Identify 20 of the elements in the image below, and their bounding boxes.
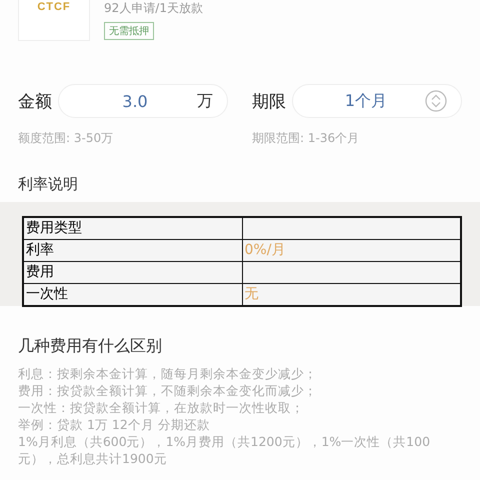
stepper-icon[interactable]: [425, 90, 447, 112]
section-title: 利率说明: [17, 174, 79, 195]
term-label: 期限: [252, 90, 286, 112]
section-title: 几种费用有什么区别: [17, 335, 163, 357]
explanation-text: 利息：按剩余本金计算，随每月剩余本金变少减少；: [18, 365, 318, 382]
amount-range: 额度范围: 3-50万: [18, 130, 114, 147]
amount-field[interactable]: 3.0 万: [58, 84, 228, 118]
explanation-text: 一次性：按贷款全额计算，在放款时一次性收取；: [18, 399, 305, 416]
logo-text: CTCF: [37, 1, 71, 13]
stats-text: 92人申请/1天放款: [104, 0, 203, 17]
explanation-text: 举例：贷款 1万 12个月 分期还款: [18, 416, 211, 433]
explanation-text: 费用：按贷款全额计算，不随剩余本金变化而减少；: [18, 382, 318, 399]
table-cell: 费用类型: [23, 217, 242, 240]
explanation-text: 1%月利息（共600元），1%月费用（共1200元），1%一次性（共100元），总利息共计1900元: [18, 433, 432, 467]
term-field[interactable]: 1个月: [292, 84, 462, 118]
table-cell: 利率: [23, 240, 242, 262]
tag: 无需抵押: [104, 22, 154, 40]
table-cell: 费用: [23, 262, 242, 284]
amount-label: 金额: [18, 90, 52, 112]
term-range: 期限范围: 1-36个月: [252, 130, 360, 147]
